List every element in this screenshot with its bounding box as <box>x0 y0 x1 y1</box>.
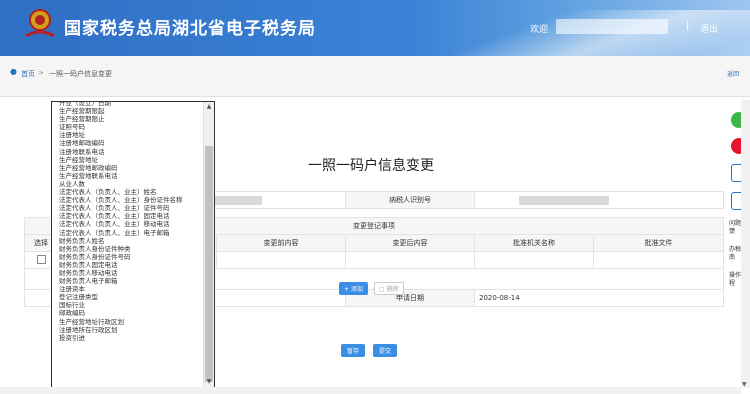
dropdown-option[interactable]: 法定代表人（负责人、业主）固定电话 <box>52 212 204 220</box>
dropdown-option[interactable]: 邮政编码 <box>52 309 204 317</box>
dropdown-option[interactable]: 财务负责人移动电话 <box>52 269 204 277</box>
col-before-header: 变更前内容 <box>216 234 346 252</box>
site-title: 国家税务总局湖北省电子税务局 <box>64 19 316 39</box>
dropdown-option[interactable]: 法定代表人（负责人、业主）移动电话 <box>52 220 204 228</box>
change-item-dropdown[interactable]: 开业（设立）日期 生产经营期限起 生产经营期限止 证照号码 注册地址 注册地邮政编码 注册地… <box>51 101 215 388</box>
breadcrumb-arrow: > <box>38 69 44 77</box>
dropdown-scroll-thumb[interactable] <box>205 146 213 382</box>
logout-link[interactable]: 退出 <box>700 22 718 35</box>
dropdown-option[interactable]: 投资引进 <box>52 334 204 342</box>
dropdown-scrollbar[interactable]: ▲ ▼ <box>203 102 214 387</box>
dropdown-option[interactable]: 生产经营地址 <box>52 156 204 164</box>
add-button[interactable]: + 添加 <box>339 282 368 295</box>
tax-emblem-icon <box>22 8 58 42</box>
dropdown-option[interactable]: 法定代表人（负责人、业主）证件号码 <box>52 204 204 212</box>
dropdown-option[interactable]: 注册地址 <box>52 131 204 139</box>
dropdown-option[interactable]: 注册地联系电话 <box>52 148 204 156</box>
breadcrumb: ● 首页 > 一照一码户信息变更 返回 <box>0 56 750 97</box>
header-separator: | <box>686 20 690 31</box>
breadcrumb-current: 一照一码户信息变更 <box>49 70 112 78</box>
taxpayer-id-label: 纳税人识别号 <box>345 191 475 209</box>
trash-icon: ▢ <box>379 286 387 293</box>
dropdown-option[interactable]: 生产经营地联系电话 <box>52 172 204 180</box>
chevron-up-icon[interactable]: ▲ <box>204 102 214 112</box>
dropdown-list: 开业（设立）日期 生产经营期限起 生产经营期限止 证照号码 注册地址 注册地邮政编码 注册地… <box>52 102 204 342</box>
welcome-text: 欢迎 <box>530 25 549 35</box>
dropdown-option[interactable]: 登记注册类型 <box>52 293 204 301</box>
taxpayer-id-value <box>474 191 724 209</box>
dropdown-option[interactable]: 证照号码 <box>52 123 204 131</box>
horizontal-scrollbar[interactable] <box>0 387 741 394</box>
col-after-header: 变更后内容 <box>345 234 475 252</box>
dropdown-option[interactable]: 国标行业 <box>52 301 204 309</box>
dropdown-option[interactable]: 注册资本 <box>52 285 204 293</box>
dropdown-option[interactable]: 法定代表人（负责人、业主）电子邮箱 <box>52 229 204 237</box>
row-checkbox[interactable] <box>36 254 46 264</box>
dropdown-option[interactable]: 从业人数 <box>52 180 204 188</box>
dropdown-option[interactable]: 注册地所在行政区划 <box>52 326 204 334</box>
dropdown-option[interactable]: 财务负责人固定电话 <box>52 261 204 269</box>
dropdown-option[interactable]: 生产经营期限止 <box>52 115 204 123</box>
dropdown-option[interactable]: 财务负责人身份证件种类 <box>52 245 204 253</box>
after-content-input[interactable] <box>345 251 475 269</box>
dropdown-option[interactable]: 财务负责人身份证件号码 <box>52 253 204 261</box>
dropdown-option[interactable]: 法定代表人（负责人、业主）姓名 <box>52 188 204 196</box>
submit-button[interactable]: 提交 <box>373 344 398 357</box>
site-header: 国家税务总局湖北省电子税务局 欢迎 | 退出 <box>0 0 750 56</box>
delete-button[interactable]: ▢ 删除 <box>374 282 404 295</box>
dropdown-option[interactable]: 生产经营期限起 <box>52 107 204 115</box>
user-name-redacted <box>556 19 668 34</box>
dropdown-option[interactable]: 生产经营地邮政编码 <box>52 164 204 172</box>
plus-icon: + <box>344 286 351 293</box>
dropdown-option[interactable]: 财务负责人电子邮箱 <box>52 277 204 285</box>
col-authority-header: 批准机关名称 <box>474 234 594 252</box>
dropdown-option[interactable]: 注册地邮政编码 <box>52 139 204 147</box>
breadcrumb-home-link[interactable]: 首页 <box>21 69 35 79</box>
dropdown-option[interactable]: 财务负责人姓名 <box>52 237 204 245</box>
back-link[interactable]: 返回 <box>727 69 739 78</box>
page-scrollbar[interactable]: ▼ <box>741 100 750 388</box>
chevron-down-icon[interactable]: ▼ <box>204 377 214 387</box>
page-title: 一照一码户信息变更 <box>308 158 434 174</box>
dropdown-option[interactable]: 生产经营地址行政区划 <box>52 318 204 326</box>
location-pin-icon: ● <box>10 67 17 76</box>
before-content-cell <box>216 251 346 269</box>
doc-input[interactable] <box>593 251 724 269</box>
dropdown-option[interactable]: 法定代表人（负责人、业主）身份证件名称 <box>52 196 204 204</box>
apply-date-value: 2020-08-14 <box>474 289 724 307</box>
chevron-down-icon[interactable]: ▼ <box>742 381 747 388</box>
authority-input[interactable] <box>474 251 594 269</box>
col-doc-header: 批准文件 <box>593 234 724 252</box>
save-button[interactable]: 暂存 <box>341 344 366 357</box>
